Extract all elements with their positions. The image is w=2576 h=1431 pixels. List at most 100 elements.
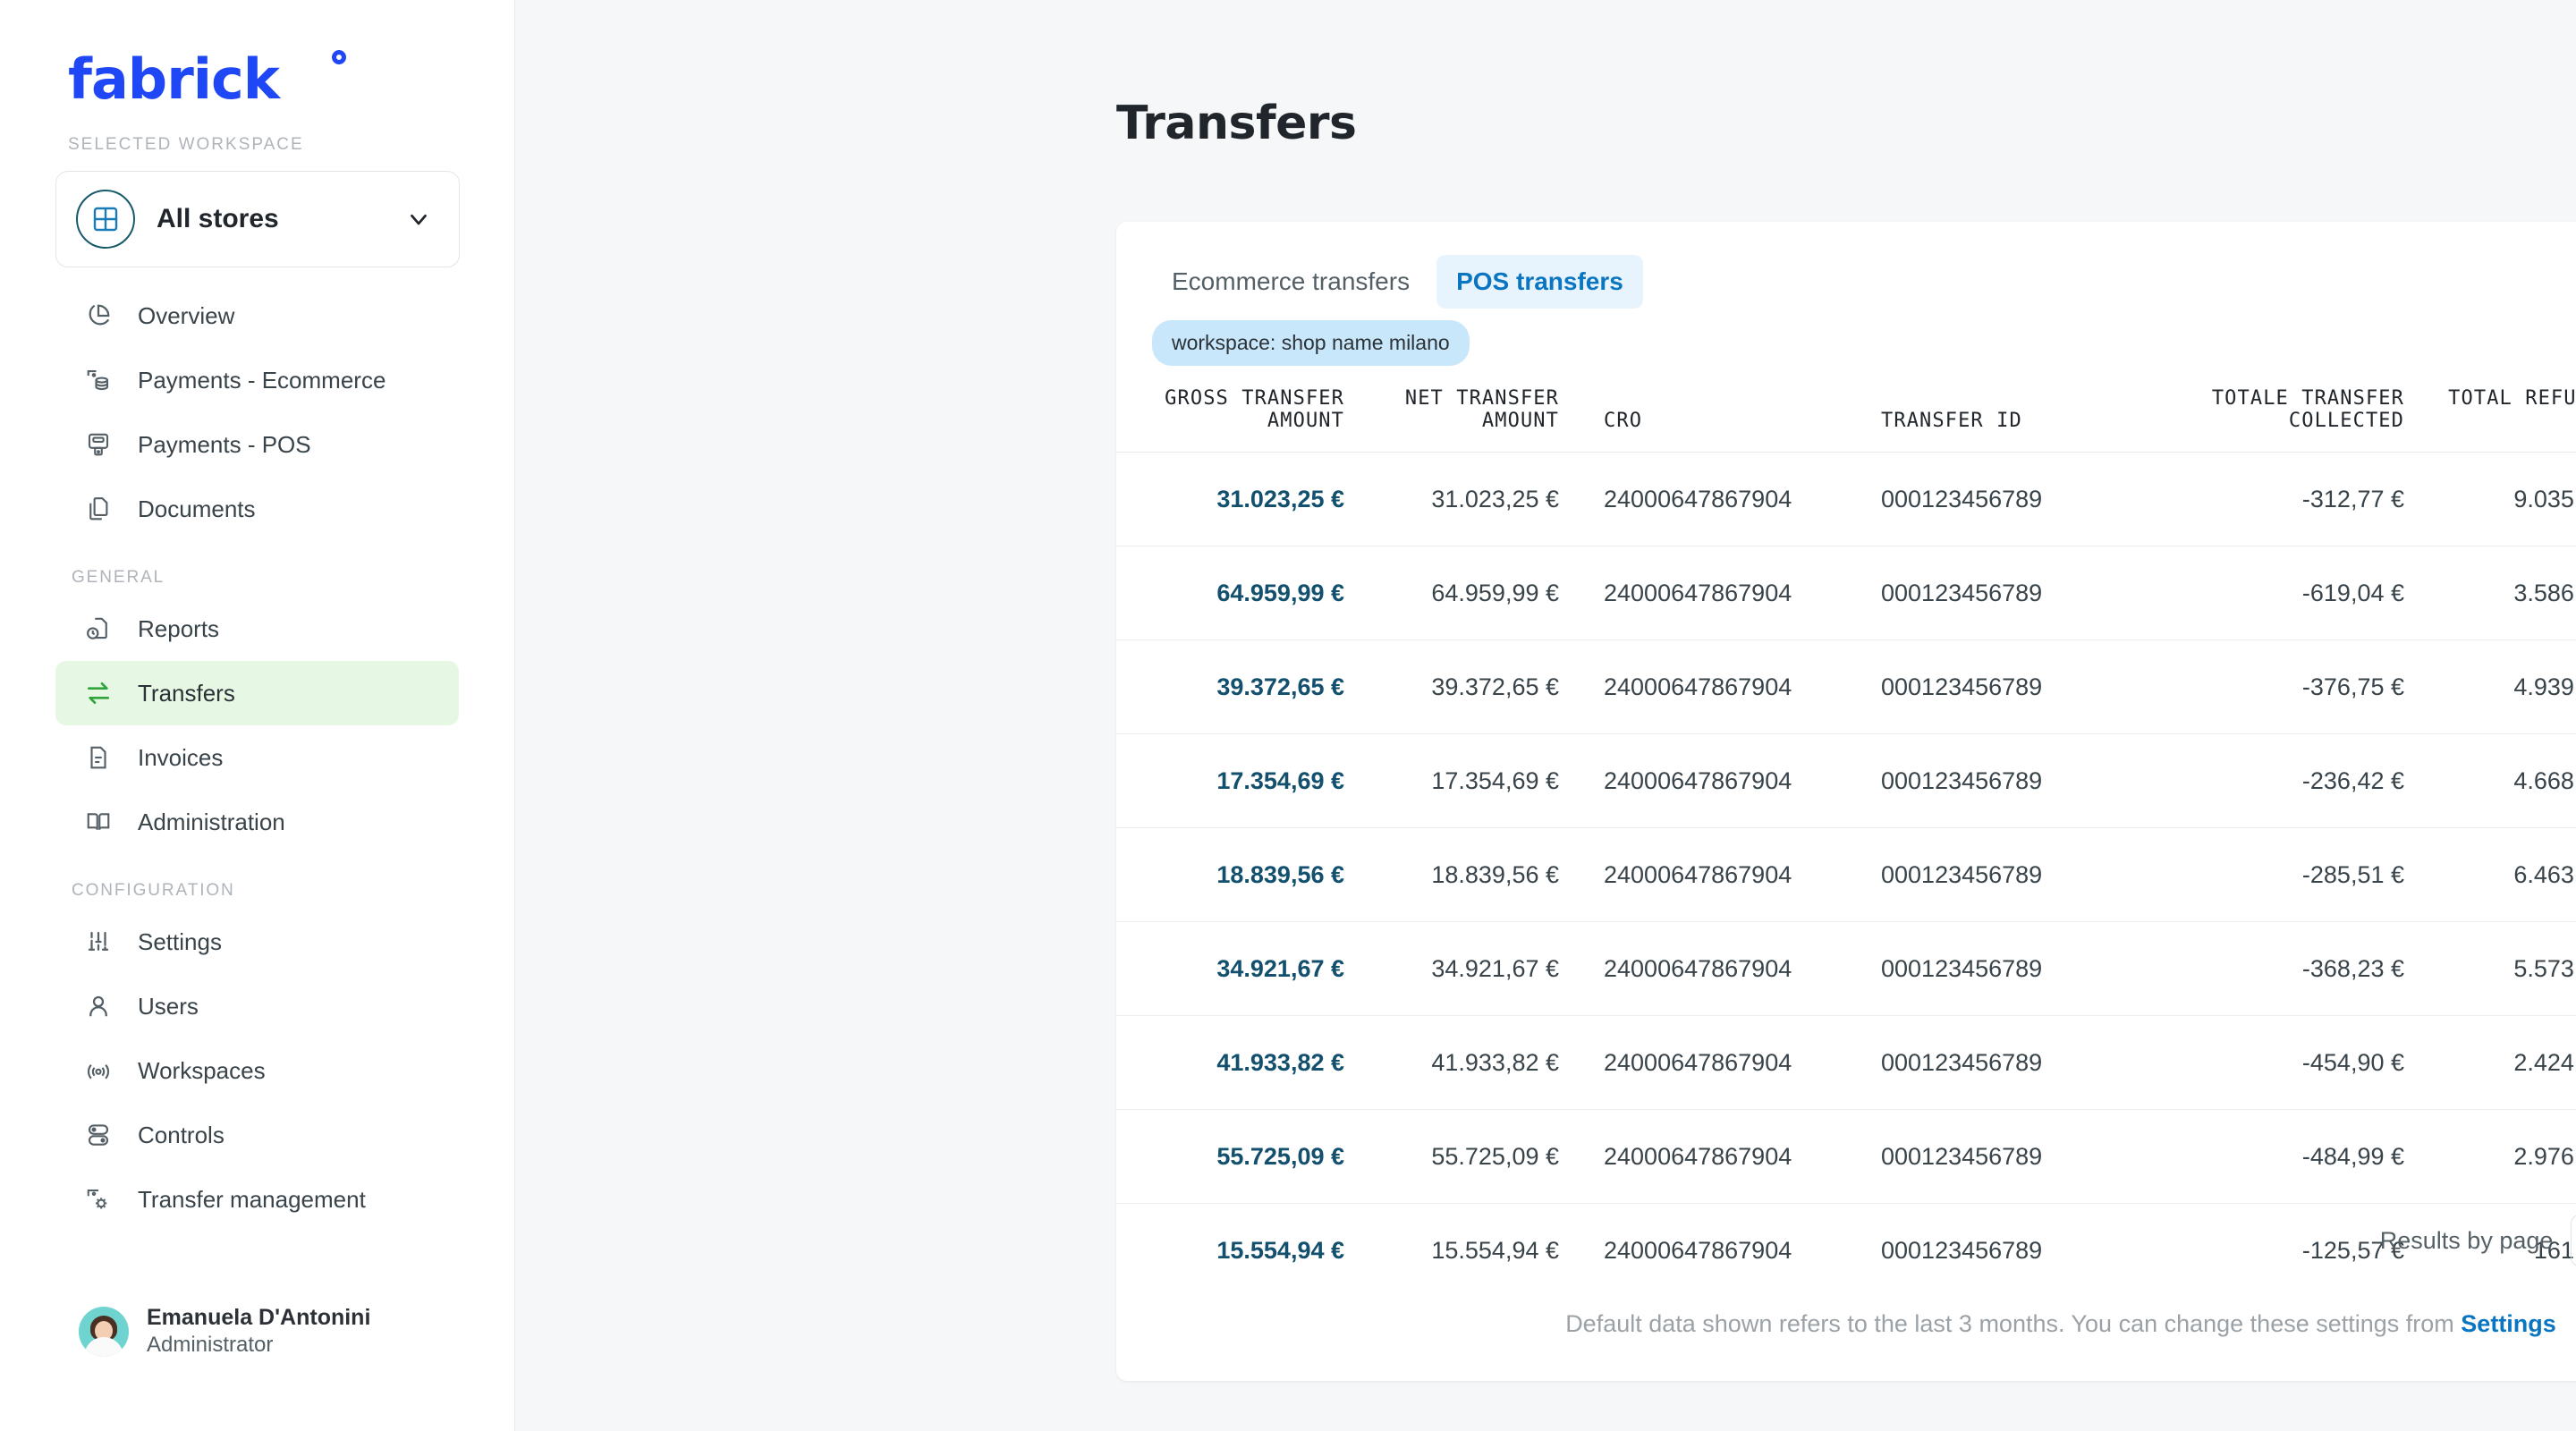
sidebar-item-label: Settings	[138, 927, 222, 955]
broadcast-icon	[80, 1053, 116, 1088]
sidebar-item-reports[interactable]: Reports	[55, 597, 459, 661]
table-row[interactable]: 39.372,65 € 39.372,65 € 24000647867904 0001…	[1116, 640, 2576, 734]
sidebar-user[interactable]: Emanuela D'Antonini Administrator	[79, 1305, 370, 1358]
cell-collected: -285,51 €	[2301, 860, 2404, 888]
sidebar-item-invoices[interactable]: Invoices	[55, 725, 459, 790]
page-size-select[interactable]: 10	[2571, 1215, 2576, 1266]
table-row[interactable]: 64.959,99 € 64.959,99 € 24000647867904 0001…	[1116, 546, 2576, 640]
filter-chip-workspace[interactable]: workspace: shop name milano	[1152, 320, 1470, 366]
table-row[interactable]: 18.839,56 € 18.839,56 € 24000647867904 0001…	[1116, 828, 2576, 922]
sidebar: fabrick SELECTED WORKSPACE All stores Ov…	[0, 0, 515, 1431]
table-row[interactable]: 15.554,94 € 15.554,94 € 24000647867904 0001…	[1116, 1204, 2576, 1298]
sidebar-item-administration[interactable]: Administration	[55, 790, 459, 854]
table-body: 31.023,25 € 31.023,25 € 24000647867904 0001…	[1116, 453, 2576, 1298]
cell-gross: 31.023,25 €	[1216, 485, 1344, 512]
app-root: fabrick SELECTED WORKSPACE All stores Ov…	[0, 0, 2576, 1431]
cell-gross: 34.921,67 €	[1216, 954, 1344, 982]
footnote-text: Default data shown refers to the last 3 …	[1565, 1310, 2462, 1337]
cell-collected: -125,57 €	[2301, 1236, 2404, 1264]
cell-net: 15.554,94 €	[1431, 1236, 1559, 1264]
cell-net: 18.839,56 €	[1431, 860, 1559, 888]
logo-dot-icon	[332, 50, 346, 64]
table-row[interactable]: 31.023,25 € 31.023,25 € 24000647867904 0001…	[1116, 453, 2576, 546]
invoice-icon	[80, 740, 116, 775]
settings-link[interactable]: Settings	[2461, 1310, 2556, 1337]
store-selector-value: All stores	[157, 204, 279, 233]
results-by-page-label: Results by page	[2379, 1226, 2554, 1254]
sidebar-item-label: Transfers	[138, 679, 235, 707]
sidebar-item-controls[interactable]: Controls	[55, 1103, 459, 1167]
sidebar-item-label: Payments - Ecommerce	[138, 366, 386, 394]
footnote: Default data shown refers to the last 3 …	[1116, 1310, 2576, 1338]
cell-cro: 24000647867904	[1604, 766, 1792, 794]
tab-pos-transfers[interactable]: POS transfers	[1436, 255, 1643, 309]
cell-gross: 64.959,99 €	[1216, 579, 1344, 606]
sidebar-item-label: Invoices	[138, 743, 224, 771]
cell-collected: -619,04 €	[2301, 579, 2404, 606]
cell-transfer-id: 000123456789	[1881, 1048, 2043, 1076]
cell-transfer-id: 000123456789	[1881, 485, 2043, 512]
table-header-row: GROSS TRANSFER AMOUNT NET TRANSFER AMOUN…	[1116, 387, 2576, 453]
col-header-gross-transfer-amount[interactable]: GROSS TRANSFER AMOUNT	[1116, 387, 1344, 453]
toggles-icon	[80, 1117, 116, 1153]
fabrick-logo: fabrick	[68, 47, 346, 112]
cell-refunded: 2.424,00 €	[2513, 1048, 2576, 1076]
book-icon	[80, 804, 116, 840]
sidebar-item-workspaces[interactable]: Workspaces	[55, 1038, 459, 1103]
cell-net: 34.921,67 €	[1431, 954, 1559, 982]
sidebar-item-label: Workspaces	[138, 1056, 266, 1084]
table-row[interactable]: 34.921,67 € 34.921,67 € 24000647867904 0001…	[1116, 922, 2576, 1016]
cell-net: 31.023,25 €	[1431, 485, 1559, 512]
sidebar-item-label: Controls	[138, 1121, 225, 1148]
cell-collected: -312,77 €	[2301, 485, 2404, 512]
cell-cro: 24000647867904	[1604, 954, 1792, 982]
cell-net: 39.372,65 €	[1431, 673, 1559, 700]
user-name: Emanuela D'Antonini	[147, 1305, 371, 1330]
table-head: GROSS TRANSFER AMOUNT NET TRANSFER AMOUN…	[1116, 387, 2576, 453]
table-row[interactable]: 17.354,69 € 17.354,69 € 24000647867904 0001…	[1116, 734, 2576, 828]
cell-cro: 24000647867904	[1604, 1048, 1792, 1076]
transfers-table: GROSS TRANSFER AMOUNT NET TRANSFER AMOUN…	[1116, 387, 2576, 1298]
table-row[interactable]: 41.933,82 € 41.933,82 € 24000647867904 0001…	[1116, 1016, 2576, 1110]
sidebar-item-users[interactable]: Users	[55, 974, 459, 1038]
col-header-total-refunded[interactable]: TOTAL REFUNDED T...	[2404, 387, 2576, 453]
tab-ecommerce-transfers[interactable]: Ecommerce transfers	[1152, 255, 1429, 309]
sidebar-item-overview[interactable]: Overview	[55, 284, 459, 348]
cell-transfer-id: 000123456789	[1881, 1142, 2043, 1170]
cell-gross: 15.554,94 €	[1216, 1236, 1344, 1264]
chevron-down-icon	[405, 206, 432, 233]
payments-ecommerce-icon	[80, 362, 116, 398]
col-header-net-transfer-amount[interactable]: NET TRANSFER AMOUNT	[1344, 387, 1559, 453]
pagination: Results by page 10 out of •••	[2380, 1215, 2576, 1266]
cell-gross: 41.933,82 €	[1216, 1048, 1344, 1076]
sidebar-item-transfer-management[interactable]: Transfer management	[55, 1167, 459, 1232]
sliders-icon	[80, 924, 116, 960]
cell-transfer-id: 000123456789	[1881, 579, 2043, 606]
selected-workspace-label: SELECTED WORKSPACE	[68, 135, 304, 154]
col-header-transfer-id[interactable]: TRANSFER ID	[1836, 387, 2145, 453]
cell-cro: 24000647867904	[1604, 579, 1792, 606]
sidebar-item-transfers[interactable]: Transfers	[55, 661, 459, 725]
card-toolbar: Ecommerce transfers POS transfers Filter…	[1116, 222, 2576, 309]
nav-group-general-label: GENERAL	[72, 568, 165, 587]
sidebar-nav: Overview Payments - Ecommerce Payments -…	[0, 284, 514, 1232]
col-header-cro[interactable]: CRO	[1559, 387, 1836, 453]
cell-collected: -454,90 €	[2301, 1048, 2404, 1076]
col-header-totale-transfer-collected[interactable]: TOTALE TRANSFER COLLECTED	[2145, 387, 2404, 453]
sidebar-item-label: Payments - POS	[138, 430, 311, 458]
table-row[interactable]: 55.725,09 € 55.725,09 € 24000647867904 0001…	[1116, 1110, 2576, 1204]
page-title: Transfers	[1116, 97, 1357, 150]
cell-refunded: 6.463,00 €	[2513, 860, 2576, 888]
cell-refunded: 3.586,00 €	[2513, 579, 2576, 606]
cell-collected: -236,42 €	[2301, 766, 2404, 794]
active-filter-chips: workspace: shop name milano	[1116, 309, 2576, 366]
sidebar-item-payments-pos[interactable]: Payments - POS	[55, 412, 459, 477]
sidebar-item-label: Users	[138, 992, 199, 1020]
sidebar-item-settings[interactable]: Settings	[55, 910, 459, 974]
sidebar-item-payments-ecommerce[interactable]: Payments - Ecommerce	[55, 348, 459, 412]
sidebar-item-documents[interactable]: Documents	[55, 477, 459, 541]
cell-transfer-id: 000123456789	[1881, 673, 2043, 700]
store-selector[interactable]: All stores	[55, 171, 460, 267]
cell-refunded: 2.976,00 €	[2513, 1142, 2576, 1170]
cell-gross: 55.725,09 €	[1216, 1142, 1344, 1170]
